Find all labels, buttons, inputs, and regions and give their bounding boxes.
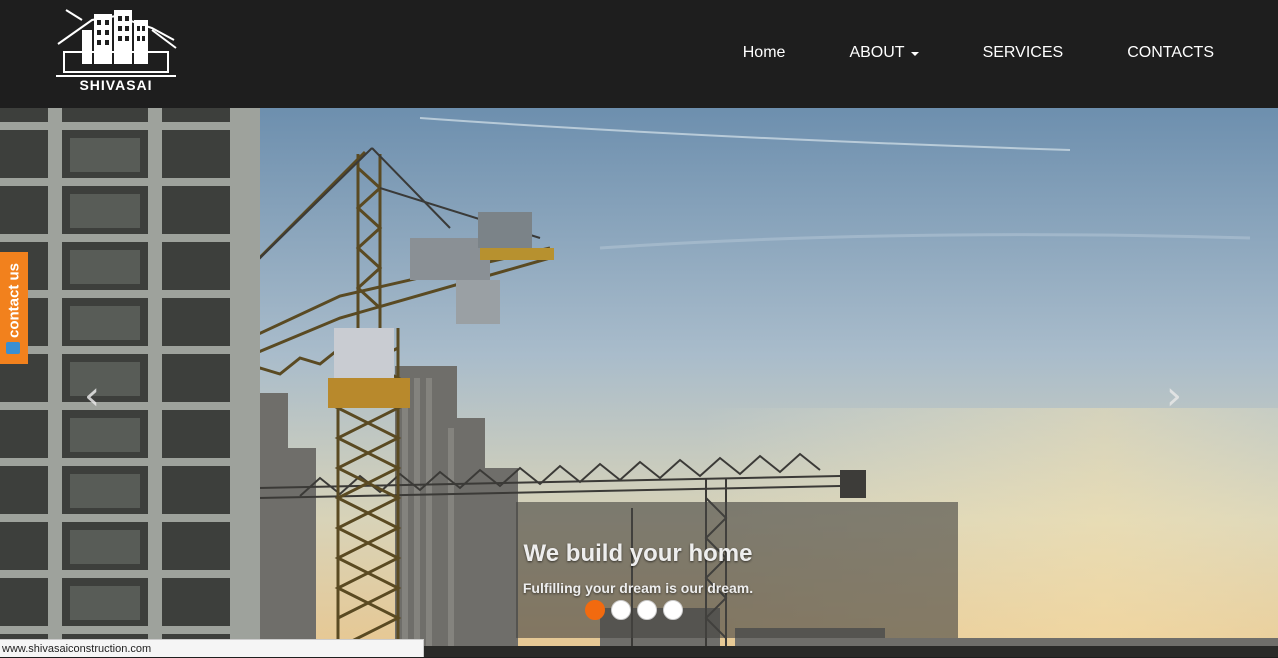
caption-title: We build your home bbox=[523, 540, 753, 567]
carousel-prev-button[interactable]: ‹ bbox=[84, 376, 100, 416]
nav-item-services[interactable]: SERVICES bbox=[951, 44, 1096, 62]
contact-tab-label: contact us bbox=[5, 263, 23, 339]
carousel-indicator-4[interactable] bbox=[663, 600, 683, 620]
nav-item-label: SERVICES bbox=[982, 44, 1064, 61]
mail-icon bbox=[6, 342, 20, 354]
building-logo-icon bbox=[56, 9, 177, 77]
carousel-indicator-1[interactable] bbox=[585, 600, 605, 620]
navbar: SHIVASAI Home ABOUT SERVICES CONTACTS bbox=[0, 0, 1278, 108]
nav-item-contacts[interactable]: CONTACTS bbox=[1095, 44, 1214, 62]
status-bar-url: www.shivasaiconstruction.com bbox=[0, 639, 424, 657]
nav-item-home[interactable]: Home bbox=[711, 44, 818, 62]
nav-item-label: ABOUT bbox=[849, 44, 905, 61]
hero-carousel: ‹ › We build your home Fulfilling your d… bbox=[0, 108, 1278, 657]
chevron-right-icon: › bbox=[1166, 373, 1182, 419]
chevron-left-icon: ‹ bbox=[84, 373, 100, 419]
caption-subtitle: Fulfilling your dream is our dream. bbox=[522, 580, 754, 596]
main-nav: Home ABOUT SERVICES CONTACTS bbox=[711, 44, 1214, 62]
brand-name: SHIVASAI bbox=[79, 77, 153, 93]
caret-down-icon bbox=[910, 52, 919, 56]
brand-logo[interactable]: SHIVASAI bbox=[52, 6, 180, 96]
carousel-indicator-2[interactable] bbox=[611, 600, 631, 620]
carousel-indicator-3[interactable] bbox=[637, 600, 657, 620]
nav-item-label: Home bbox=[742, 44, 786, 61]
nav-item-about[interactable]: ABOUT bbox=[817, 44, 950, 62]
carousel-indicators bbox=[585, 600, 683, 620]
carousel-next-button[interactable]: › bbox=[1166, 376, 1182, 416]
carousel-caption: We build your home Fulfilling your dream… bbox=[516, 502, 958, 638]
nav-item-label: CONTACTS bbox=[1127, 44, 1214, 61]
contact-us-tab[interactable]: contact us bbox=[0, 252, 28, 364]
